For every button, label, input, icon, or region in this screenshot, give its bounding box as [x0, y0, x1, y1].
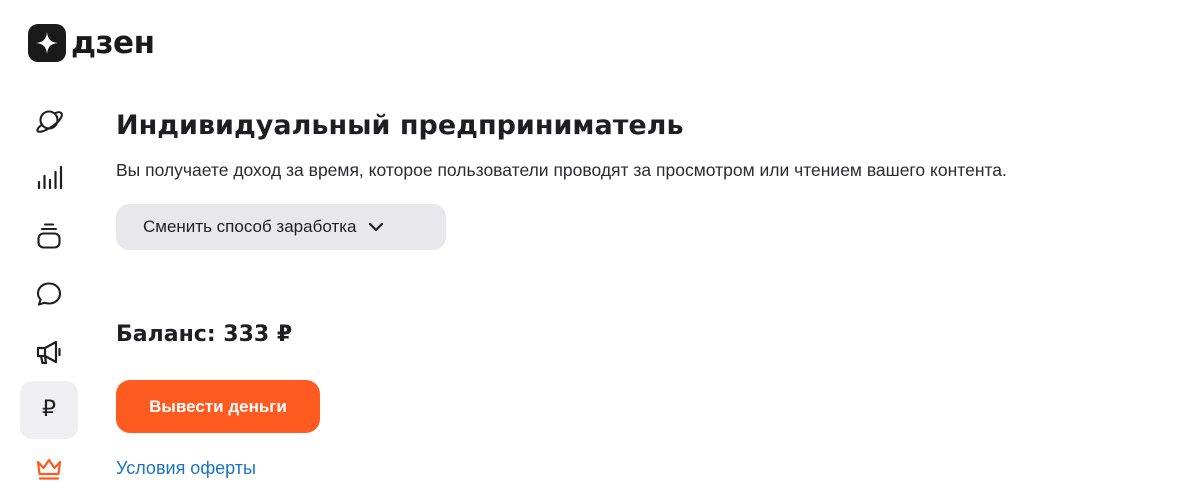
sidebar-item-monetization[interactable]: ₽: [20, 381, 78, 439]
sidebar-item-statistics[interactable]: [20, 149, 78, 207]
page-subtitle: Вы получаете доход за время, которое пол…: [116, 160, 1007, 180]
sidebar-nav: ₽: [20, 91, 78, 497]
sidebar-item-content[interactable]: [20, 207, 78, 265]
sidebar-item-main[interactable]: [20, 91, 78, 149]
chevron-down-icon: [368, 222, 384, 232]
crown-icon: [36, 458, 62, 480]
dzen-star-icon: [28, 24, 66, 62]
planet-icon: [36, 110, 63, 133]
ruble-icon: ₽: [42, 397, 56, 422]
change-earning-method-label: Сменить способ заработка: [143, 217, 357, 236]
page-title: Индивидуальный предприниматель: [116, 110, 684, 141]
logo-wordmark: дзен: [71, 25, 155, 61]
content-stack-icon: [37, 223, 61, 249]
sidebar-item-premium[interactable]: [20, 439, 78, 497]
stats-bars-icon: [37, 165, 63, 190]
comment-bubble-icon: [36, 282, 62, 306]
megaphone-icon: [36, 340, 61, 365]
sidebar-item-comments[interactable]: [20, 265, 78, 323]
page: дзен ₽ Индивидуальный предприниматель Вы…: [0, 0, 1200, 503]
sidebar-item-promotion[interactable]: [20, 323, 78, 381]
change-earning-method-button[interactable]: Сменить способ заработка: [116, 204, 446, 250]
withdraw-money-button[interactable]: Вывести деньги: [116, 380, 320, 433]
offer-terms-link[interactable]: Условия оферты: [116, 458, 256, 479]
balance-text: Баланс: 333 ₽: [116, 322, 293, 347]
dzen-logo[interactable]: дзен: [28, 24, 155, 62]
